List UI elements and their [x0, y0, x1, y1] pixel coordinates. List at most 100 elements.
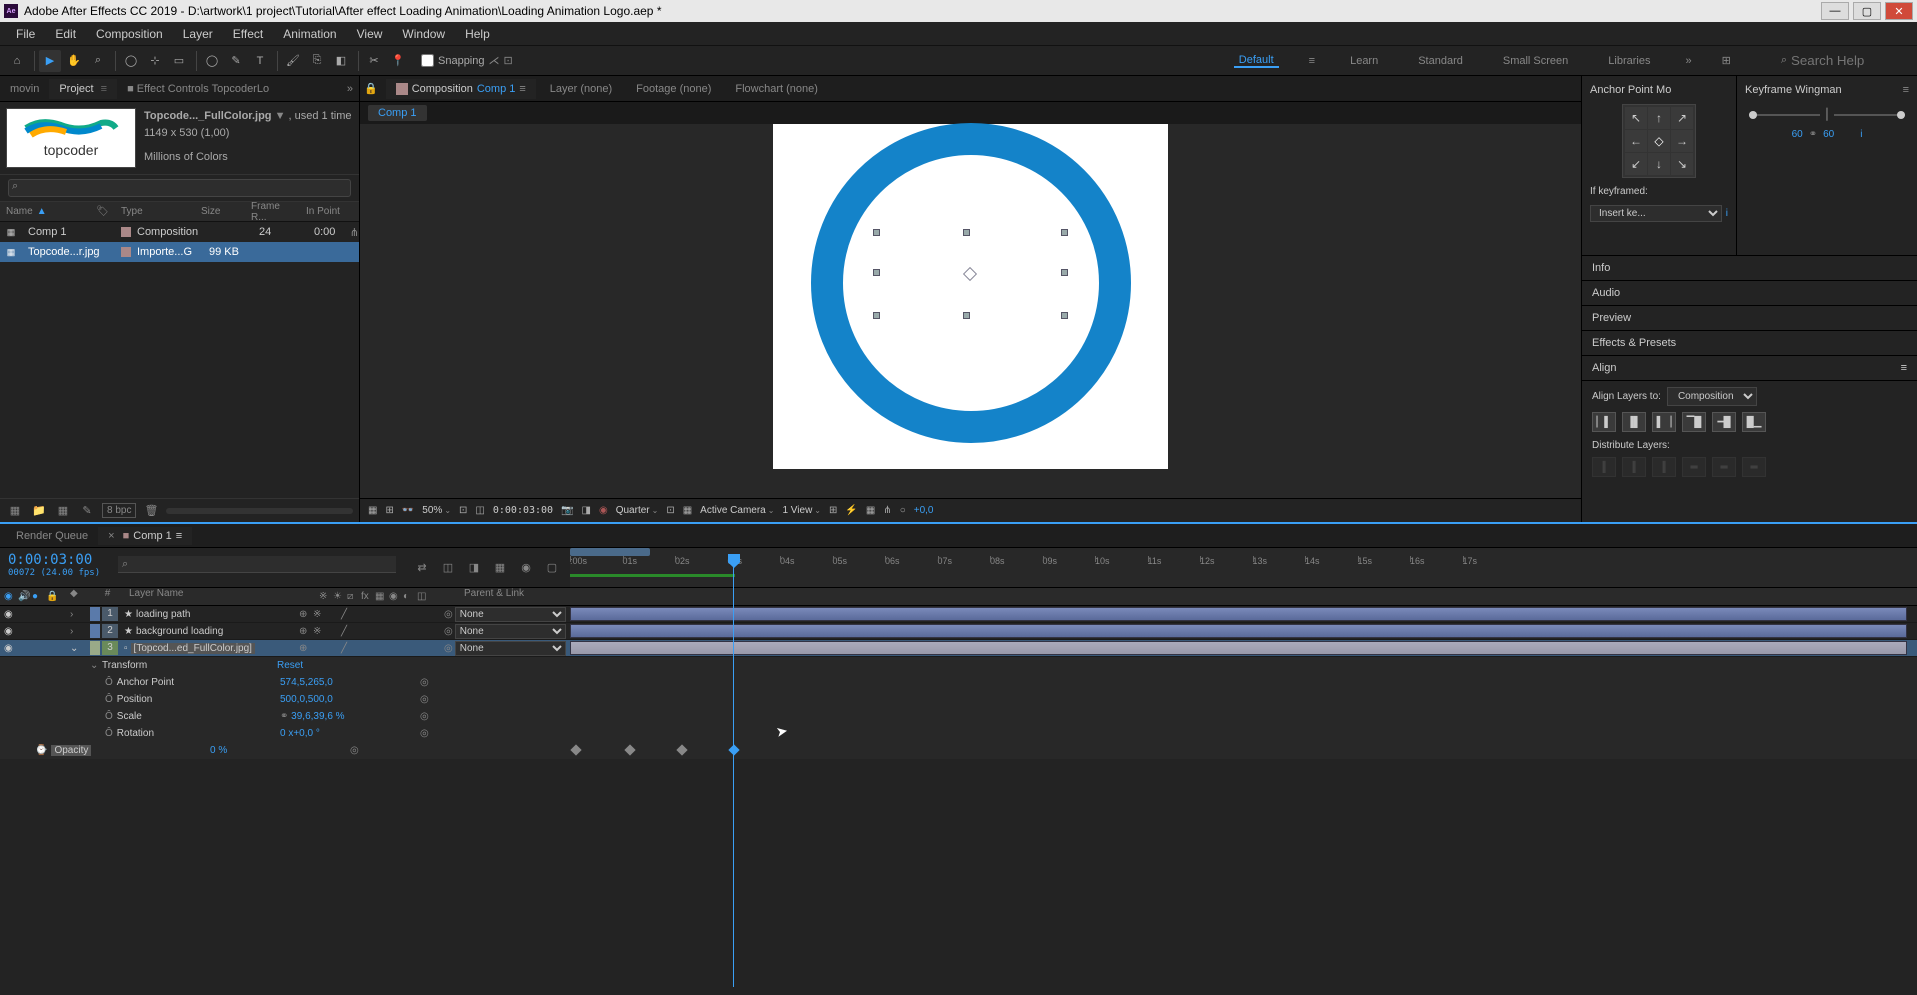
guides-icon[interactable]: ⊞ [385, 505, 393, 516]
orbit-tool-icon[interactable]: ◯ [120, 50, 142, 72]
snap-opt1-icon[interactable]: ⋌ [489, 54, 500, 67]
audio-col-icon[interactable]: 🔊 [18, 591, 30, 603]
anchor-r[interactable]: → [1671, 130, 1693, 152]
panel-align-header[interactable]: Align≡ [1582, 356, 1917, 381]
wingman-val1[interactable]: 60 [1792, 129, 1803, 140]
lock-col-icon[interactable]: 🔒 [46, 591, 58, 603]
timeline-timecode[interactable]: 0:00:03:00 00072 (24.00 fps) [0, 548, 110, 587]
menu-file[interactable]: File [6, 24, 45, 44]
show-snapshot-icon[interactable]: ◨ [582, 505, 591, 516]
exposure-value[interactable]: +0,0 [914, 505, 934, 516]
label-swatch[interactable] [121, 227, 131, 237]
lock-icon[interactable]: 🔒 [364, 82, 378, 95]
maximize-button[interactable]: ▢ [1853, 2, 1881, 20]
expression-pickwhip-icon[interactable]: ◎ [420, 728, 434, 739]
selection-handles[interactable] [873, 229, 1068, 319]
expression-pickwhip-icon[interactable]: ◎ [420, 711, 434, 722]
panel-audio[interactable]: Audio [1582, 281, 1917, 306]
anchor-tr[interactable]: ↗ [1671, 107, 1693, 129]
align-left-button[interactable]: ▏▌ [1592, 412, 1616, 432]
mag-dropdown[interactable]: 50% ⌄ [422, 505, 451, 516]
prop-anchor-point[interactable]: ÔAnchor Point574,5,265,0◎ [0, 674, 1917, 691]
keyframed-dropdown[interactable]: Insert ke... [1590, 205, 1722, 222]
work-area-bar[interactable] [570, 548, 650, 556]
parent-dropdown[interactable]: None [455, 607, 566, 622]
solo-col-icon[interactable]: ● [32, 591, 44, 603]
rect-tool-icon[interactable]: ▭ [168, 50, 190, 72]
reset-exp-icon[interactable]: ○ [900, 505, 906, 516]
eye-icon[interactable]: ◉ [4, 626, 16, 637]
constrain-icon[interactable]: ⚭ [280, 711, 288, 722]
comp-subtab[interactable]: Comp 1 [368, 105, 427, 121]
workspace-default[interactable]: Default [1234, 54, 1279, 68]
ellipse-tool-icon[interactable]: ◯ [201, 50, 223, 72]
channel-icon[interactable]: ◫ [475, 505, 484, 516]
parent-dropdown[interactable]: None [455, 624, 566, 639]
transform-group[interactable]: ⌄ Transform Reset [0, 657, 1917, 674]
align-right-button[interactable]: ▌▕ [1652, 412, 1676, 432]
anchor-b[interactable]: ↓ [1648, 153, 1670, 175]
roi-icon[interactable]: ⊡ [666, 505, 674, 516]
eye-icon[interactable]: ◉ [4, 609, 16, 620]
eraser-tool-icon[interactable]: ◧ [330, 50, 352, 72]
stopwatch-active-icon[interactable]: ⌚ [35, 745, 47, 756]
prop-rotation[interactable]: ÔRotation0 x+0,0 °◎ [0, 725, 1917, 742]
prop-scale[interactable]: ÔScale⚭ 39,6,39,6 %◎ [0, 708, 1917, 725]
align-target-dropdown[interactable]: Composition [1667, 387, 1757, 406]
align-hcenter-button[interactable]: ▐▌ [1622, 412, 1646, 432]
align-top-button[interactable]: ▔█ [1682, 412, 1706, 432]
pixel-aspect-icon[interactable]: ⊞ [829, 505, 837, 516]
search-help-input[interactable] [1791, 53, 1911, 68]
anchor-tl[interactable]: ↖ [1625, 107, 1647, 129]
resolution-dropdown[interactable]: Quarter ⌄ [616, 505, 659, 516]
stopwatch-icon[interactable]: Ô [105, 694, 113, 705]
composition-viewer[interactable] [360, 124, 1581, 498]
pickwhip-icon[interactable]: ◎ [444, 626, 453, 637]
fast-preview-icon[interactable]: ⚡ [845, 505, 857, 516]
comp-mini-flowchart-icon[interactable]: ⇄ [412, 558, 432, 578]
expression-pickwhip-icon[interactable]: ◎ [350, 745, 364, 756]
link-icon[interactable]: ⚭ [1809, 129, 1817, 140]
selection-tool-icon[interactable]: ▶ [39, 50, 61, 72]
grid-icon[interactable]: ▦ [368, 505, 377, 516]
menu-window[interactable]: Window [392, 24, 455, 44]
view-dropdown[interactable]: 1 View ⌄ [782, 505, 821, 516]
prop-opacity[interactable]: ◀◆▶ ⌚Opacity0 %◎ [0, 742, 1917, 759]
interpret-footage-icon[interactable]: ▦ [6, 502, 24, 520]
keyframe[interactable] [570, 744, 581, 755]
res-icon[interactable]: ⊡ [459, 505, 467, 516]
menu-effect[interactable]: Effect [223, 24, 273, 44]
snapping-checkbox[interactable] [421, 54, 434, 67]
pen-tool-icon[interactable]: ✎ [225, 50, 247, 72]
workspace-learn[interactable]: Learn [1345, 55, 1383, 67]
layer-row-2[interactable]: ◉ › 2 ★background loading ⊕※╱ ◎None [0, 623, 1917, 640]
tab-effect-controls[interactable]: ■ Effect Controls TopcoderLo [117, 79, 279, 99]
type-tool-icon[interactable]: T [249, 50, 271, 72]
anchor-panel-title[interactable]: Anchor Point Mo [1590, 80, 1728, 100]
keyframe-active[interactable] [728, 744, 739, 755]
panel-preview[interactable]: Preview [1582, 306, 1917, 331]
anchor-l[interactable]: ← [1625, 130, 1647, 152]
stopwatch-icon[interactable]: Ô [105, 728, 113, 739]
adjustment-icon[interactable]: ✎ [78, 502, 96, 520]
tab-timeline-comp[interactable]: ×■ Comp 1 ≡ [98, 527, 192, 545]
transparency-icon[interactable]: ▦ [683, 505, 692, 516]
layer-row-1[interactable]: ◉ › 1 ★loading path ⊕※╱ ◎None [0, 606, 1917, 623]
tab-project[interactable]: Project ≡ [49, 79, 117, 99]
menu-help[interactable]: Help [455, 24, 500, 44]
timeline-ruler[interactable]: :00s01s02s03s04s05s06s07s08s09s10s11s12s… [570, 548, 1917, 587]
mask-icon[interactable]: 👓 [402, 505, 414, 516]
menu-animation[interactable]: Animation [273, 24, 346, 44]
clone-tool-icon[interactable]: ⎘ [306, 50, 328, 72]
tab-render-queue[interactable]: Render Queue [6, 527, 98, 545]
expression-pickwhip-icon[interactable]: ◎ [420, 677, 434, 688]
label-swatch[interactable] [121, 247, 131, 257]
wingman-val2[interactable]: 60 [1823, 129, 1834, 140]
anchor-c[interactable]: ◇ [1648, 130, 1670, 152]
pickwhip-icon[interactable]: ◎ [444, 609, 453, 620]
keyframe[interactable] [676, 744, 687, 755]
keyframe[interactable] [624, 744, 635, 755]
home-tool-icon[interactable]: ⌂ [6, 50, 28, 72]
video-col-icon[interactable]: ◉ [4, 591, 16, 603]
project-columns[interactable]: Name▲ 🏷 Type Size Frame R... In Point [0, 202, 359, 222]
